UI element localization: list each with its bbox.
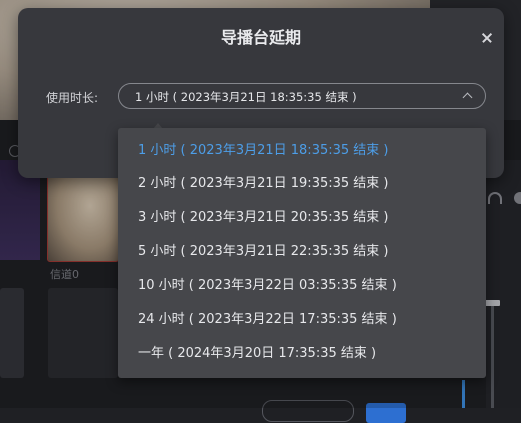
chevron-up-icon: [462, 92, 473, 103]
close-icon[interactable]: [478, 28, 498, 48]
duration-option[interactable]: 3 小时 ( 2023年3月21日 20:35:35 结束 ): [138, 208, 389, 228]
duration-option[interactable]: 5 小时 ( 2023年3月21日 22:35:35 结束 ): [138, 242, 389, 262]
duration-select[interactable]: 1 小时 ( 2023年3月21日 18:35:35 结束 ): [118, 83, 486, 109]
duration-label: 使用时长:: [46, 91, 99, 105]
duration-option[interactable]: 2 小时 ( 2023年3月21日 19:35:35 结束 ): [138, 174, 389, 194]
duration-option[interactable]: 1 小时 ( 2023年3月21日 18:35:35 结束 ): [138, 141, 389, 161]
duration-option[interactable]: 一年 ( 2024年3月20日 17:35:35 结束 ): [138, 344, 376, 364]
duration-select-value: 1 小时 ( 2023年3月21日 18:35:35 结束 ): [135, 90, 357, 104]
duration-dropdown: 1 小时 ( 2023年3月21日 18:35:35 结束 ) 2 小时 ( 2…: [118, 128, 486, 378]
duration-option[interactable]: 24 小时 ( 2023年3月22日 17:35:35 结束 ): [138, 310, 397, 330]
duration-option[interactable]: 10 小时 ( 2023年3月22日 03:35:35 结束 ): [138, 276, 397, 296]
dialog-title: 导播台延期: [220, 28, 301, 47]
